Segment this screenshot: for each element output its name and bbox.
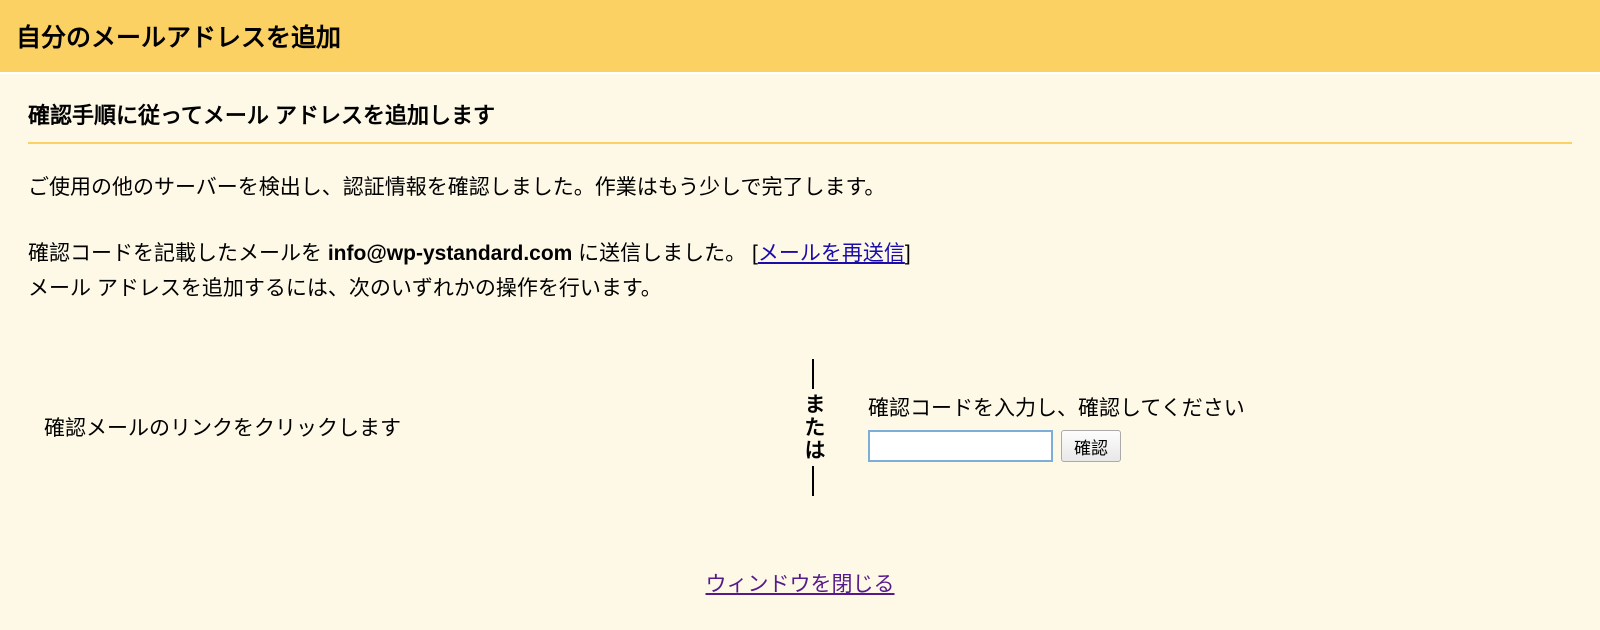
code-input-label: 確認コードを入力し、確認してください <box>868 392 1572 422</box>
instruction-text: メール アドレスを追加するには、次のいずれかの操作を行います。 <box>28 271 1572 307</box>
close-row: ウィンドウを閉じる <box>28 568 1572 598</box>
bracket-close: ] <box>905 242 911 265</box>
dialog-content: 確認手順に従ってメール アドレスを追加します ご使用の他のサーバーを検出し、認証… <box>0 74 1600 630</box>
info-text: ご使用の他のサーバーを検出し、認証情報を確認しました。作業はもう少しで完了します… <box>28 172 1572 204</box>
verification-code-input[interactable] <box>868 430 1053 462</box>
options-divider: または <box>768 357 858 498</box>
code-input-row: 確認 <box>868 430 1572 462</box>
option-click-link: 確認メールのリンクをクリックします <box>28 412 768 442</box>
dialog-subtitle: 確認手順に従ってメール アドレスを追加します <box>28 98 1572 144</box>
option-enter-code: 確認コードを入力し、確認してください 確認 <box>858 392 1572 462</box>
confirmation-block: 確認コードを記載したメールを info@wp-ystandard.com に送信… <box>28 236 1572 307</box>
divider-label: または <box>798 393 828 462</box>
close-window-link[interactable]: ウィンドウを閉じる <box>706 573 895 596</box>
options-row: 確認メールのリンクをクリックします または 確認コードを入力し、確認してください… <box>28 357 1572 498</box>
dialog-title: 自分のメールアドレスを追加 <box>16 18 1584 54</box>
confirmation-email: info@wp-ystandard.com <box>328 242 573 265</box>
dialog-header: 自分のメールアドレスを追加 <box>0 0 1600 72</box>
confirmation-suffix: に送信しました。 <box>572 242 752 265</box>
divider-line-top <box>812 359 814 389</box>
resend-email-link[interactable]: メールを再送信 <box>758 242 905 265</box>
divider-line-bottom <box>812 466 814 496</box>
confirmation-prefix: 確認コードを記載したメールを <box>28 242 328 265</box>
confirm-button[interactable]: 確認 <box>1061 430 1121 462</box>
confirmation-line: 確認コードを記載したメールを info@wp-ystandard.com に送信… <box>28 236 1572 272</box>
